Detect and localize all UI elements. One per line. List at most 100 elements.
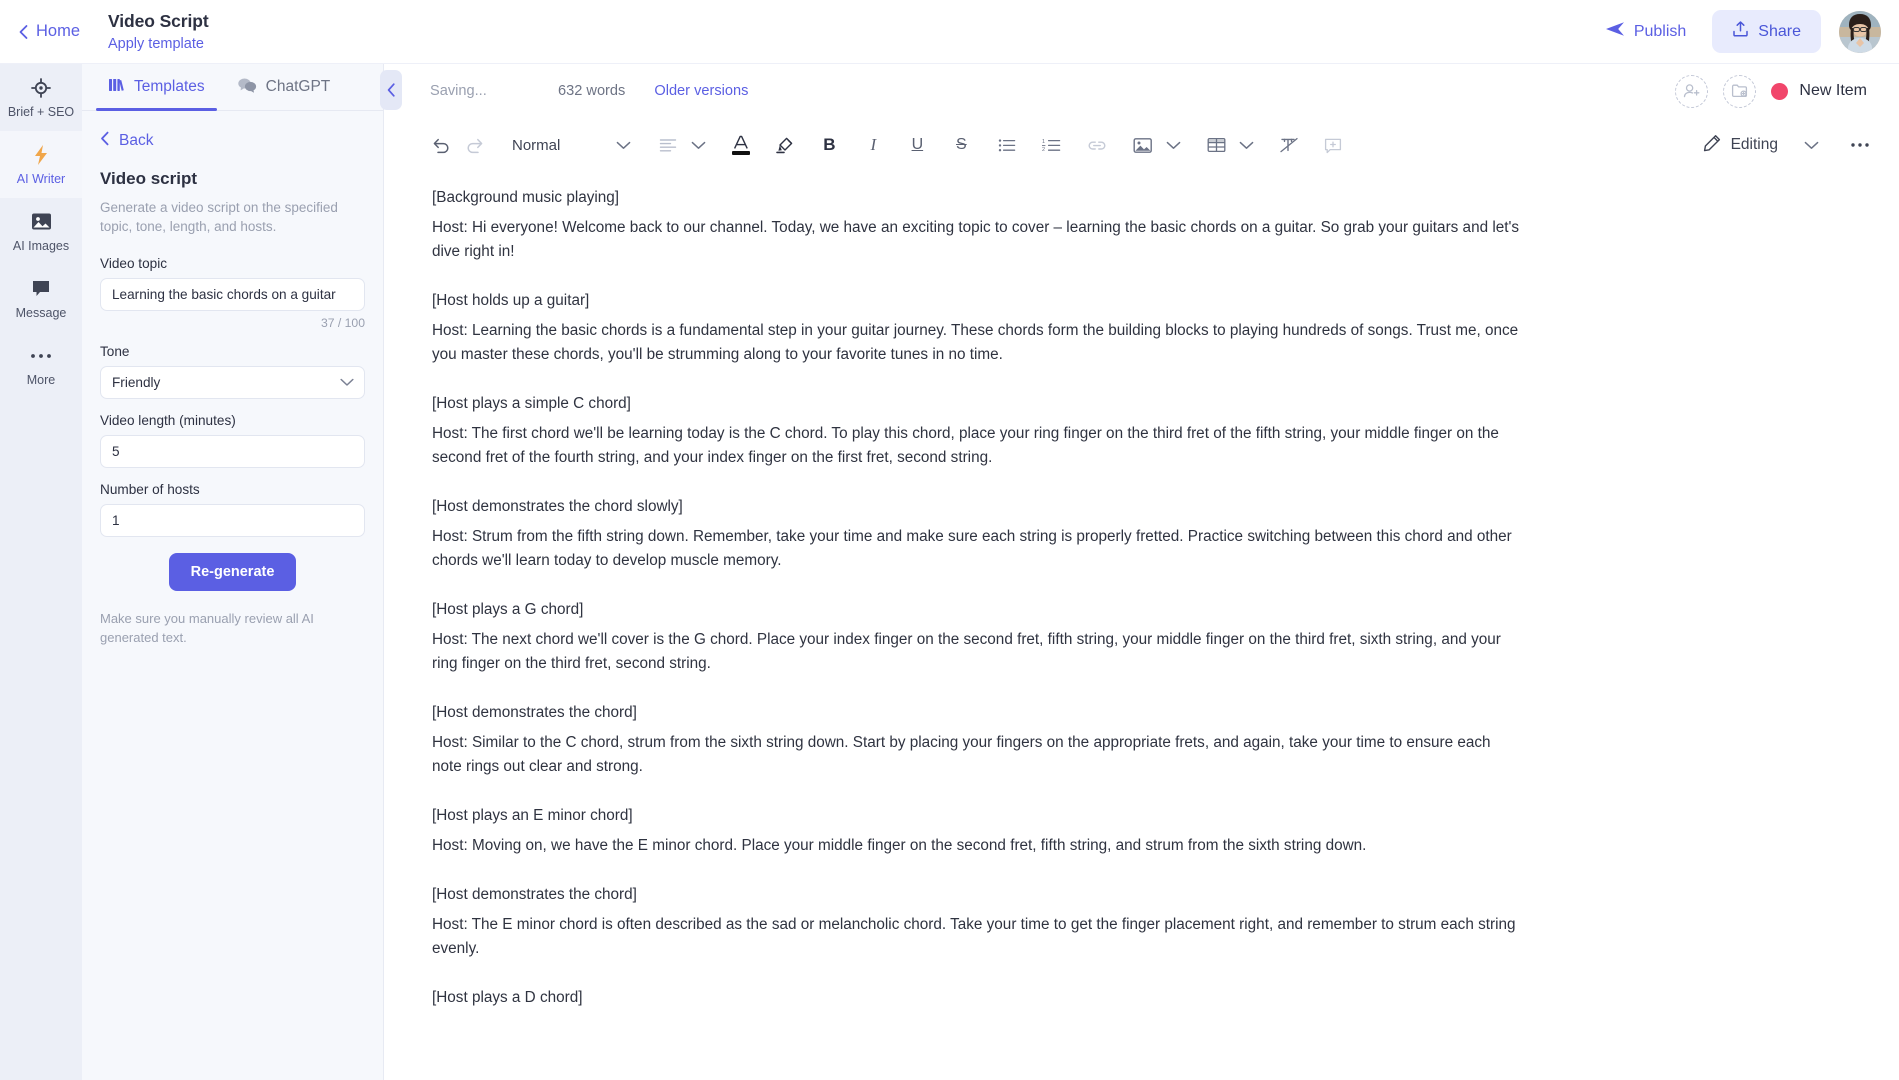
tab-templates[interactable]: Templates bbox=[96, 64, 217, 110]
add-to-folder-button[interactable] bbox=[1723, 75, 1756, 108]
script-line: Host: The E minor chord is often describ… bbox=[432, 913, 1522, 961]
bullet-list-icon[interactable] bbox=[990, 128, 1024, 162]
chevron-down-icon[interactable] bbox=[685, 141, 712, 150]
chevron-down-icon[interactable] bbox=[1160, 141, 1187, 150]
rail-item-label: Brief + SEO bbox=[8, 105, 74, 119]
align-left-icon[interactable] bbox=[651, 128, 685, 162]
video-topic-counter: 37 / 100 bbox=[100, 316, 365, 330]
bold-icon[interactable]: B bbox=[812, 128, 846, 162]
document-title-block: Video Script Apply template bbox=[108, 10, 209, 54]
script-line: Host: Learning the basic chords is a fun… bbox=[432, 319, 1522, 367]
numbered-list-icon[interactable]: 12 bbox=[1034, 128, 1068, 162]
collapse-panel-button[interactable] bbox=[380, 70, 402, 110]
script-line: Host: Similar to the C chord, strum from… bbox=[432, 731, 1522, 779]
ai-disclaimer: Make sure you manually review all AI gen… bbox=[100, 609, 365, 647]
stage-direction: [Host plays a G chord] bbox=[432, 598, 1522, 622]
editor-toolbar: Normal bbox=[384, 118, 1899, 172]
insert-table-icon[interactable] bbox=[1199, 128, 1233, 162]
number-of-hosts-label: Number of hosts bbox=[100, 482, 365, 497]
publish-button[interactable]: Publish bbox=[1597, 14, 1694, 49]
page-title: Video Script bbox=[108, 10, 209, 32]
chevron-down-icon[interactable] bbox=[1233, 141, 1260, 150]
tone-select-wrapper bbox=[100, 366, 365, 399]
ellipsis-icon bbox=[30, 345, 52, 367]
rail-item-label: Message bbox=[16, 306, 67, 320]
script-block: [Host demonstrates the chord slowly] Host… bbox=[432, 495, 1522, 573]
insert-image-icon[interactable] bbox=[1126, 128, 1160, 162]
text-color-swatch bbox=[732, 151, 750, 155]
highlight-icon[interactable] bbox=[768, 128, 802, 162]
invite-collaborator-button[interactable] bbox=[1675, 75, 1708, 108]
saving-status: Saving... bbox=[430, 83, 558, 99]
more-options-icon[interactable] bbox=[1843, 128, 1877, 162]
editor-status-bar: Saving... 632 words Older versions New I… bbox=[384, 64, 1899, 118]
strikethrough-icon[interactable]: S bbox=[944, 128, 978, 162]
stage-direction: [Host demonstrates the chord] bbox=[432, 701, 1522, 725]
tone-label: Tone bbox=[100, 344, 365, 359]
script-block: [Host plays a G chord]Host: The next cho… bbox=[432, 598, 1522, 676]
home-label: Home bbox=[36, 22, 80, 41]
panel-content: Back Video script Generate a video scrip… bbox=[82, 111, 383, 647]
script-line: Host: Moving on, we have the E minor cho… bbox=[432, 834, 1522, 858]
document-scroll-area[interactable]: [Background music playing]Host: Hi every… bbox=[384, 172, 1899, 1080]
publish-label: Publish bbox=[1634, 23, 1686, 41]
stage-direction: [Background music playing] bbox=[432, 186, 1522, 210]
share-button[interactable]: Share bbox=[1712, 10, 1821, 53]
stage-direction: [Host demonstrates the chord slowly] bbox=[432, 495, 1522, 519]
apply-template-link[interactable]: Apply template bbox=[108, 34, 209, 54]
video-length-input[interactable] bbox=[100, 435, 365, 468]
back-button[interactable]: Back bbox=[100, 131, 365, 151]
tone-select[interactable] bbox=[100, 366, 365, 399]
older-versions-link[interactable]: Older versions bbox=[654, 83, 748, 99]
rail-item-brief-seo[interactable]: Brief + SEO bbox=[0, 64, 82, 131]
field-video-length: Video length (minutes) bbox=[100, 413, 365, 468]
script-block: [Host plays a D chord] bbox=[432, 986, 1522, 1010]
tab-label: Templates bbox=[134, 78, 205, 96]
italic-icon[interactable]: I bbox=[856, 128, 890, 162]
rail-item-ai-writer[interactable]: AI Writer bbox=[0, 131, 82, 198]
video-topic-input[interactable] bbox=[100, 278, 365, 311]
template-title: Video script bbox=[100, 169, 365, 189]
left-rail: Brief + SEO AI Writer AI Images Message bbox=[0, 64, 82, 1080]
chevron-down-icon[interactable] bbox=[610, 141, 637, 150]
script-block: [Host plays a simple C chord]Host: The f… bbox=[432, 392, 1522, 470]
stage-direction: [Host demonstrates the chord] bbox=[432, 883, 1522, 907]
stage-direction: [Host plays an E minor chord] bbox=[432, 804, 1522, 828]
field-number-of-hosts: Number of hosts bbox=[100, 482, 365, 537]
tab-chatgpt[interactable]: ChatGPT bbox=[225, 64, 343, 110]
chevron-down-icon[interactable] bbox=[1798, 141, 1825, 150]
message-icon bbox=[31, 278, 51, 300]
rail-item-ai-images[interactable]: AI Images bbox=[0, 198, 82, 265]
rail-item-label: More bbox=[27, 373, 55, 387]
rail-item-label: AI Images bbox=[13, 239, 69, 253]
paragraph-style-select[interactable]: Normal bbox=[502, 137, 570, 154]
upload-icon bbox=[1732, 20, 1749, 43]
redo-icon[interactable] bbox=[458, 128, 492, 162]
add-comment-icon[interactable] bbox=[1316, 128, 1350, 162]
avatar[interactable] bbox=[1839, 11, 1881, 53]
underline-icon[interactable]: U bbox=[900, 128, 934, 162]
rail-item-more[interactable]: More bbox=[0, 332, 82, 399]
text-color-icon[interactable] bbox=[724, 128, 758, 162]
home-back-link[interactable]: Home bbox=[0, 22, 106, 41]
script-block: [Host demonstrates the chord] Host: Simil… bbox=[432, 701, 1522, 779]
top-header: Home Video Script Apply template Publish… bbox=[0, 0, 1899, 64]
script-block: [Host plays an E minor chord] Host: Movin… bbox=[432, 804, 1522, 858]
script-line: Host: Strum from the fifth string down. … bbox=[432, 525, 1522, 573]
status-badge[interactable]: New Item bbox=[1771, 82, 1867, 100]
share-label: Share bbox=[1758, 23, 1801, 41]
undo-icon[interactable] bbox=[424, 128, 458, 162]
paragraph-style-label: Normal bbox=[512, 137, 560, 154]
regenerate-row: Re-generate bbox=[100, 553, 365, 591]
number-of-hosts-input[interactable] bbox=[100, 504, 365, 537]
field-tone: Tone bbox=[100, 344, 365, 399]
back-label: Back bbox=[119, 132, 153, 150]
video-length-label: Video length (minutes) bbox=[100, 413, 365, 428]
editing-mode-button[interactable]: Editing bbox=[1703, 134, 1778, 157]
clear-formatting-icon[interactable] bbox=[1272, 128, 1306, 162]
stage-direction: [Host plays a simple C chord] bbox=[432, 392, 1522, 416]
rail-item-message[interactable]: Message bbox=[0, 265, 82, 332]
link-icon[interactable] bbox=[1080, 128, 1114, 162]
document-body[interactable]: [Background music playing]Host: Hi every… bbox=[392, 172, 1552, 1075]
regenerate-button[interactable]: Re-generate bbox=[169, 553, 297, 591]
